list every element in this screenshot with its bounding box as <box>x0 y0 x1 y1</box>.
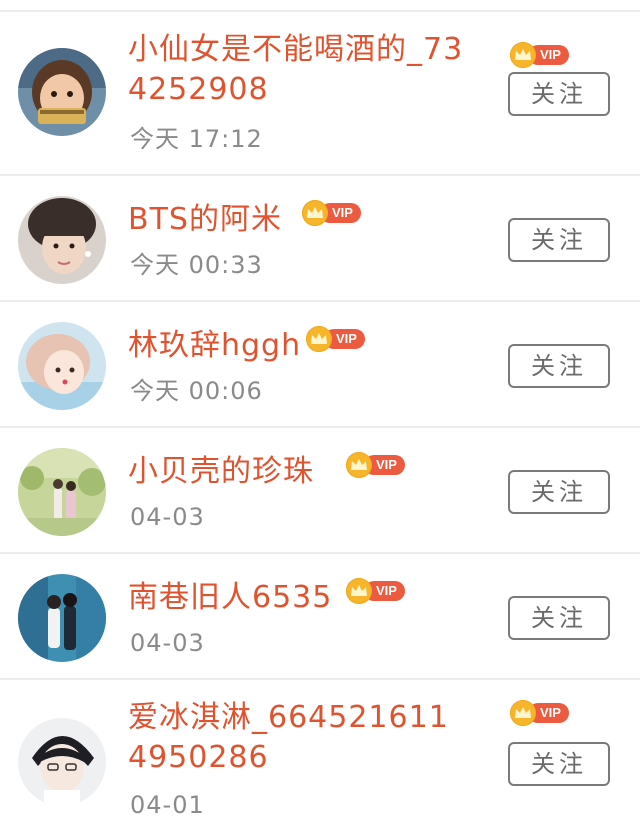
crown-icon <box>346 578 372 604</box>
follow-button[interactable]: 关注 <box>508 344 610 388</box>
avatar-boy-earring-icon[interactable] <box>18 196 106 284</box>
follow-time: 04-03 <box>130 629 205 657</box>
list-item[interactable]: BTS的阿米 今天 00:33 VIP 关注 <box>0 176 640 302</box>
list-item[interactable]: 小贝壳的珍珠 04-03 VIP 关注 <box>0 428 640 554</box>
list-item[interactable]: 小仙女是不能喝酒的_734252908 今天 17:12 VIP 关注 <box>0 12 640 176</box>
vip-badge: VIP <box>346 578 405 604</box>
following-list: 小仙女是不能喝酒的_734252908 今天 17:12 VIP 关注 BTS的… <box>0 0 640 840</box>
crown-icon <box>510 700 536 726</box>
user-name[interactable]: 小仙女是不能喝酒的_734252908 <box>128 30 468 110</box>
follow-time: 04-03 <box>130 503 205 531</box>
follow-button[interactable]: 关注 <box>508 470 610 514</box>
user-name[interactable]: 林玖辞hggh <box>128 326 301 366</box>
follow-button[interactable]: 关注 <box>508 742 610 786</box>
avatar-anime-boy-icon[interactable] <box>18 718 106 806</box>
follow-time: 今天 00:33 <box>130 251 263 279</box>
vip-badge: VIP <box>346 452 405 478</box>
crown-icon <box>302 200 328 226</box>
follow-button[interactable]: 关注 <box>508 218 610 262</box>
follow-time: 04-01 <box>130 791 205 819</box>
user-name[interactable]: 南巷旧人6535 <box>128 578 332 618</box>
user-name[interactable]: 爱冰淇淋_6645216114950286 <box>128 698 468 778</box>
user-name[interactable]: 小贝壳的珍珠 <box>128 452 314 492</box>
avatar-couple-city-icon[interactable] <box>18 574 106 662</box>
list-item[interactable]: 林玖辞hggh 今天 00:06 VIP 关注 <box>0 302 640 428</box>
avatar-girl-eating-icon[interactable] <box>18 48 106 136</box>
vip-badge: VIP <box>302 200 361 226</box>
crown-icon <box>306 326 332 352</box>
vip-badge: VIP <box>510 700 569 726</box>
list-item[interactable]: 爱冰淇淋_6645216114950286 04-01 VIP 关注 <box>0 680 640 840</box>
crown-icon <box>510 42 536 68</box>
follow-button[interactable]: 关注 <box>508 72 610 116</box>
crown-icon <box>346 452 372 478</box>
avatar-couple-garden-icon[interactable] <box>18 448 106 536</box>
follow-time: 今天 00:06 <box>130 377 263 405</box>
list-item[interactable]: 南巷旧人6535 04-03 VIP 关注 <box>0 554 640 680</box>
vip-badge: VIP <box>510 42 569 68</box>
follow-time: 今天 17:12 <box>130 125 263 153</box>
user-name[interactable]: BTS的阿米 <box>128 200 282 240</box>
follow-button[interactable]: 关注 <box>508 596 610 640</box>
vip-badge: VIP <box>306 326 365 352</box>
avatar-girl-lying-icon[interactable] <box>18 322 106 410</box>
